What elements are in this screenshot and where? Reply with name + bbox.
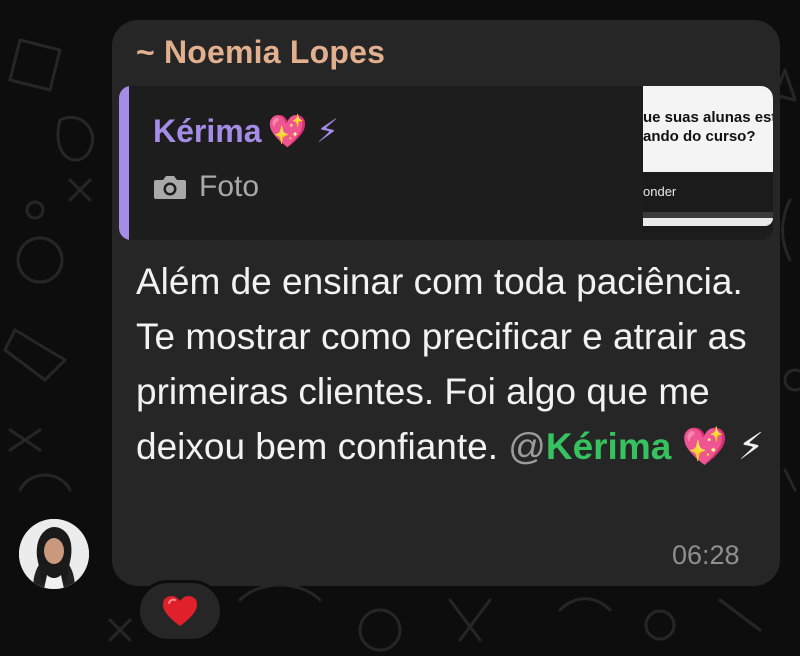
thumbnail-question-line2: ando do curso? [643, 128, 756, 145]
mention-emojis: 💖 ⚡ [681, 426, 764, 467]
thumbnail-button-text: onder [643, 184, 677, 199]
reply-media-type: Foto [153, 170, 259, 204]
message-text: Além de ensinar com toda paciência. Te m… [136, 254, 766, 474]
reply-media-label: Foto [199, 170, 260, 203]
reply-thumbnail[interactable]: ue suas alunas est ando do curso? onder [643, 86, 773, 240]
sender-avatar[interactable] [19, 519, 89, 589]
thumbnail-question-line1: ue suas alunas est [643, 109, 773, 126]
thumbnail-question: ue suas alunas est ando do curso? [643, 108, 773, 146]
camera-icon [154, 176, 186, 199]
reply-author-name: Kérima [153, 113, 262, 149]
heart-icon [163, 596, 197, 626]
thumbnail-bottom-strip [643, 218, 773, 226]
reply-author: Kérima 💖 ⚡ [153, 112, 339, 150]
mention-at: @ [508, 426, 546, 467]
reaction-pill[interactable] [137, 580, 223, 642]
reply-author-emojis: 💖 ⚡ [267, 113, 339, 149]
mention-link[interactable]: Kérima [546, 426, 671, 467]
sender-name[interactable]: ~ Noemia Lopes [136, 34, 385, 71]
reply-quote[interactable]: Kérima 💖 ⚡ Foto ue suas alunas est ando d… [119, 86, 773, 240]
reply-accent-bar [119, 86, 129, 240]
message-timestamp: 06:28 [672, 540, 740, 570]
avatar-image [19, 519, 89, 589]
